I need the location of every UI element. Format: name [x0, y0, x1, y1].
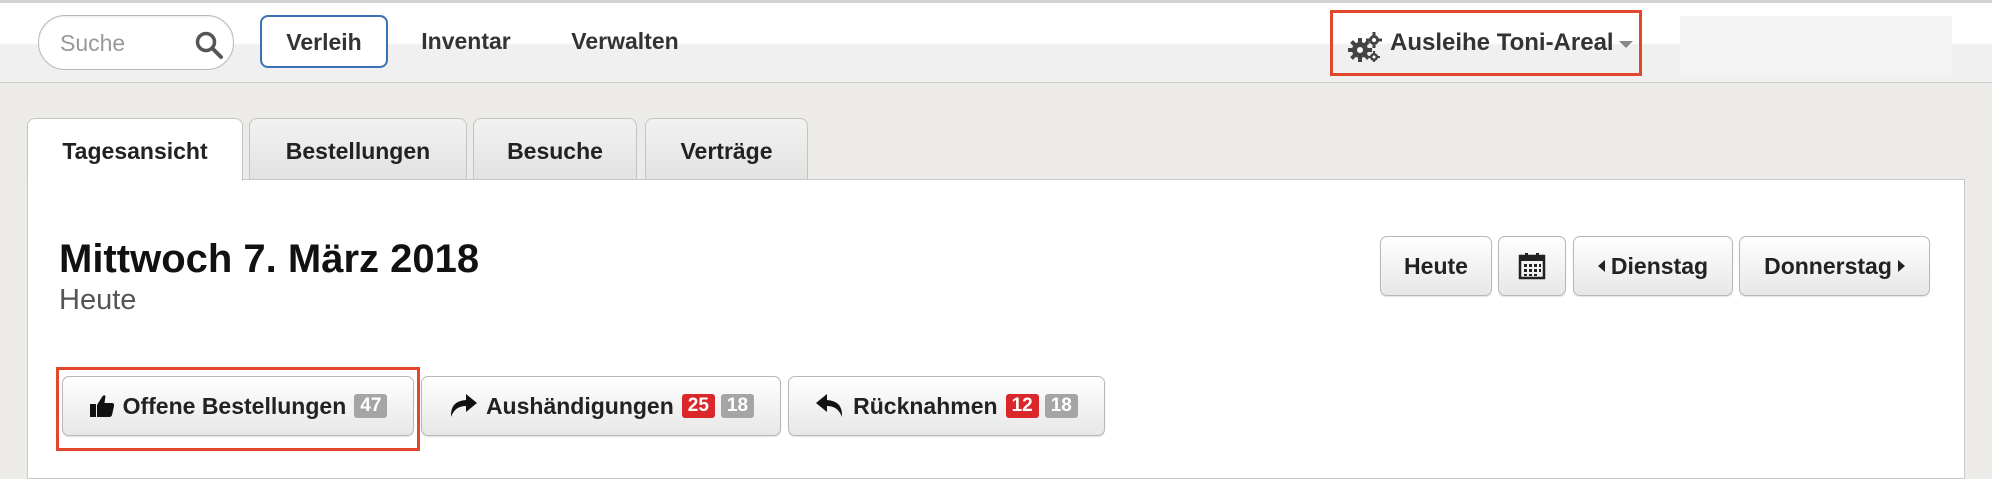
nav-inventar[interactable]: Inventar: [410, 15, 522, 68]
tab-vertraege[interactable]: Verträge: [645, 118, 808, 180]
today-button[interactable]: Heute: [1380, 236, 1492, 296]
next-day-label: Donnerstag: [1764, 252, 1892, 279]
nav-verleih[interactable]: Verleih: [260, 15, 388, 68]
returns-button[interactable]: Rücknahmen 12 18: [788, 376, 1105, 436]
highlight-open-orders: [56, 367, 420, 451]
tab-besuche[interactable]: Besuche: [473, 118, 637, 180]
top-navbar: Verleih Inventar Verwalten Ausleihe Toni…: [0, 3, 1992, 83]
returns-overdue-badge: 12: [1005, 394, 1039, 418]
reply-icon: [816, 394, 843, 417]
tab-tagesansicht[interactable]: Tagesansicht: [27, 118, 243, 181]
today-label: Heute: [1404, 252, 1468, 279]
gears-icon: [1348, 32, 1382, 62]
previous-day-button[interactable]: Dienstag: [1573, 236, 1733, 296]
handovers-overdue-badge: 25: [681, 394, 715, 418]
context-label: Ausleihe Toni-Areal: [1390, 29, 1614, 56]
search-icon[interactable]: [194, 30, 224, 60]
handovers-label: Aushändigungen: [485, 392, 674, 419]
calendar-button[interactable]: [1498, 236, 1566, 296]
chevron-down-icon: [1619, 41, 1633, 48]
page-title: Mittwoch 7. März 2018: [59, 237, 480, 281]
returns-label: Rücknahmen: [853, 392, 998, 419]
nav-verwalten[interactable]: Verwalten: [560, 15, 690, 68]
handovers-count-badge: 18: [720, 394, 755, 418]
tab-bestellungen[interactable]: Bestellungen: [249, 118, 467, 180]
calendar-icon: [1518, 253, 1546, 280]
page-subtitle: Heute: [59, 284, 137, 316]
context-switcher[interactable]: Ausleihe Toni-Areal: [1330, 10, 1642, 76]
caret-left-icon: [1597, 260, 1605, 272]
returns-count-badge: 18: [1044, 394, 1078, 418]
share-icon: [450, 394, 477, 417]
search-input[interactable]: [58, 29, 182, 57]
user-menu[interactable]: [1680, 16, 1952, 76]
caret-right-icon: [1897, 260, 1905, 272]
previous-day-label: Dienstag: [1610, 252, 1709, 279]
search-box[interactable]: [38, 15, 234, 70]
next-day-button[interactable]: Donnerstag: [1739, 236, 1930, 296]
handovers-button[interactable]: Aushändigungen 25 18: [421, 376, 781, 436]
